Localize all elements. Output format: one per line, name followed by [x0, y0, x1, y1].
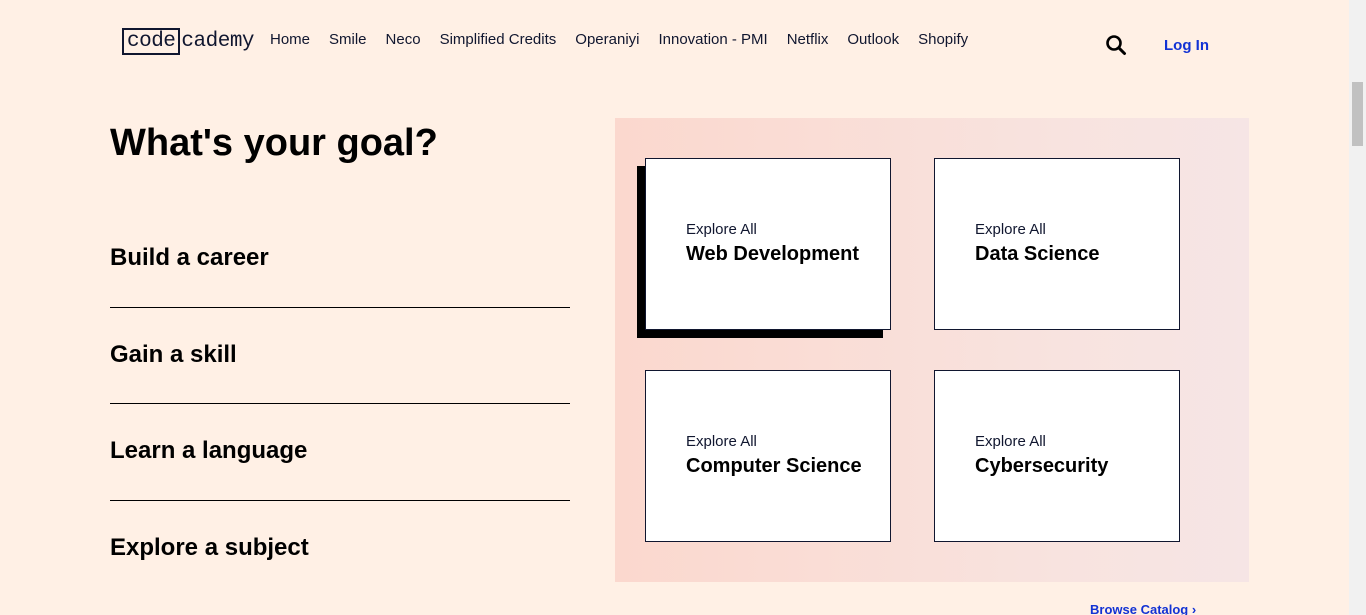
card-title: Data Science [975, 243, 1100, 265]
goal-item-learn-language[interactable]: Learn a language [110, 437, 570, 465]
nav-innovation-pmi[interactable]: Innovation - PMI [658, 31, 767, 49]
nav-netflix[interactable]: Netflix [787, 31, 829, 49]
nav-outlook[interactable]: Outlook [847, 31, 899, 49]
nav-smile[interactable]: Smile [329, 31, 367, 49]
goal-item-build-career[interactable]: Build a career [110, 244, 570, 272]
goal-item-explore-subject[interactable]: Explore a subject [110, 534, 570, 562]
card-eyebrow: Explore All [686, 433, 757, 450]
logo-code: code [122, 28, 181, 55]
divider [110, 500, 570, 501]
card-computer-science[interactable]: Explore All Computer Science [645, 370, 891, 542]
nav-home[interactable]: Home [270, 31, 310, 49]
nav-operaniyi[interactable]: Operaniyi [575, 31, 639, 49]
goal-item-gain-skill[interactable]: Gain a skill [110, 341, 570, 369]
nav-neco[interactable]: Neco [386, 31, 421, 49]
card-eyebrow: Explore All [686, 221, 757, 238]
main-nav: Home Smile Neco Simplified Credits Opera… [270, 31, 987, 49]
nav-shopify[interactable]: Shopify [918, 31, 968, 49]
card-title: Web Development [686, 243, 859, 265]
scrollbar-thumb[interactable] [1352, 82, 1363, 146]
card-title: Cybersecurity [975, 455, 1109, 477]
card-web-development[interactable]: Explore All Web Development [645, 158, 891, 330]
card-cybersecurity[interactable]: Explore All Cybersecurity [934, 370, 1180, 542]
card-title: Computer Science [686, 455, 862, 477]
browse-catalog-link[interactable]: Browse Catalog › [1090, 602, 1196, 615]
divider [110, 403, 570, 404]
divider [110, 307, 570, 308]
nav-simplified-credits[interactable]: Simplified Credits [440, 31, 557, 49]
card-data-science[interactable]: Explore All Data Science [934, 158, 1180, 330]
login-button[interactable]: Log In [1164, 37, 1209, 55]
page-scrollbar[interactable] [1349, 0, 1366, 615]
search-icon[interactable] [1105, 34, 1127, 56]
card-eyebrow: Explore All [975, 433, 1046, 450]
codecademy-logo[interactable]: code cademy [122, 28, 255, 55]
logo-cademy: cademy [181, 30, 255, 53]
card-eyebrow: Explore All [975, 221, 1046, 238]
goal-title: What's your goal? [110, 122, 438, 164]
